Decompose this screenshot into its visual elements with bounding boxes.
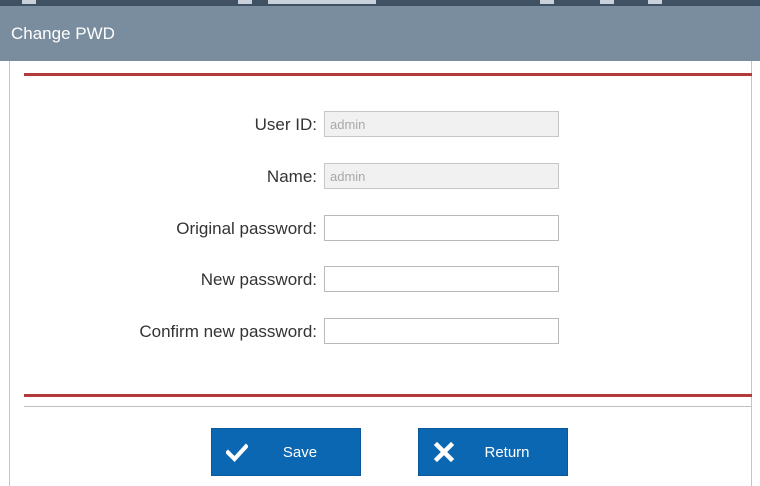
confirm-password-input[interactable] xyxy=(324,318,559,344)
return-button[interactable]: Return xyxy=(418,428,568,476)
change-password-dialog: Change PWD User ID: Name: Original passw… xyxy=(0,0,760,486)
return-button-label: Return xyxy=(484,444,530,461)
confirm-password-label: Confirm new password: xyxy=(139,322,317,341)
name-row: Name: xyxy=(0,163,760,191)
background-tab-fragment xyxy=(540,0,554,4)
new-password-label: New password: xyxy=(200,270,317,289)
footer-separator xyxy=(24,406,752,407)
new-password-input[interactable] xyxy=(324,266,559,292)
original-password-row: Original password: xyxy=(0,215,760,243)
original-password-label: Original password: xyxy=(176,219,317,238)
name-field[interactable] xyxy=(324,163,559,189)
background-tab-fragment xyxy=(600,0,614,4)
background-tab-fragment xyxy=(238,0,252,4)
save-button[interactable]: Save xyxy=(211,428,361,476)
bottom-divider xyxy=(24,394,752,397)
background-tab-fragment xyxy=(22,0,36,4)
background-tab-fragment xyxy=(268,0,376,4)
dialog-title: Change PWD xyxy=(0,6,760,61)
top-divider xyxy=(24,73,752,76)
save-button-label: Save xyxy=(282,444,318,461)
background-tab-fragment xyxy=(648,0,662,4)
name-label: Name: xyxy=(266,167,317,186)
new-password-row: New password: xyxy=(0,266,760,294)
original-password-input[interactable] xyxy=(324,215,559,241)
user-id-row: User ID: xyxy=(0,111,760,139)
user-id-field[interactable] xyxy=(324,111,559,137)
user-id-label: User ID: xyxy=(254,115,317,134)
confirm-password-row: Confirm new password: xyxy=(0,318,760,346)
